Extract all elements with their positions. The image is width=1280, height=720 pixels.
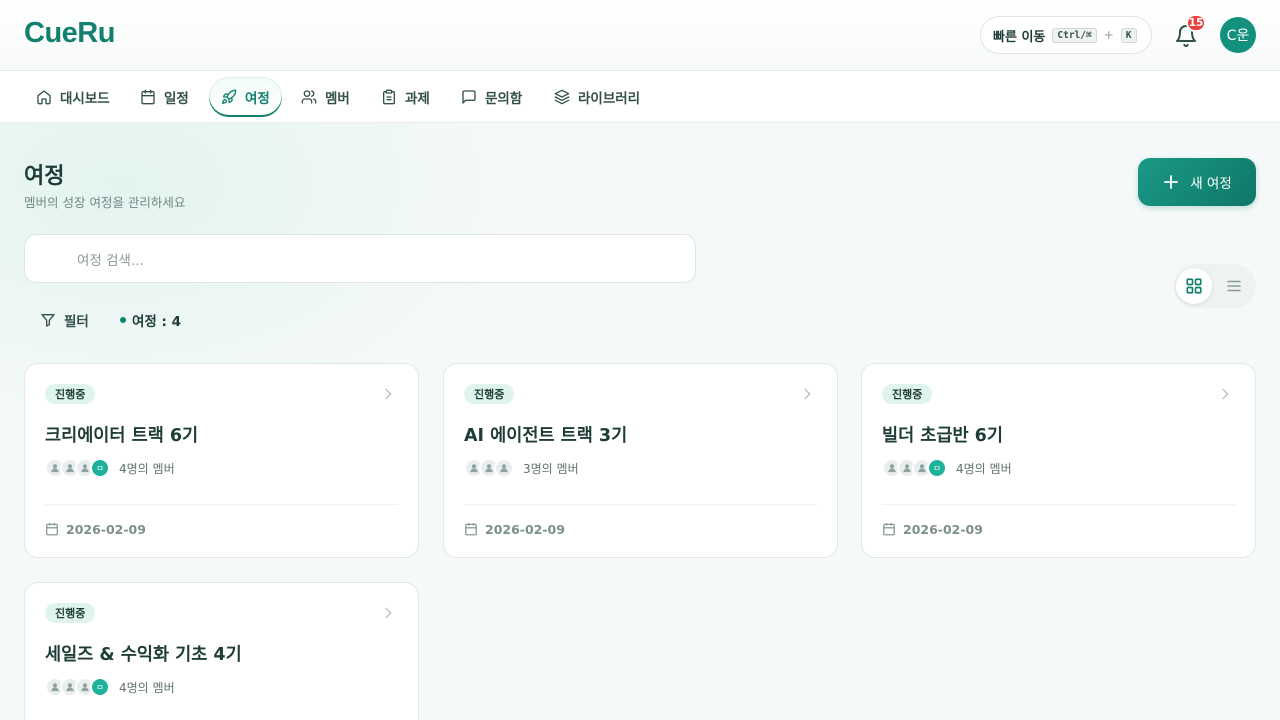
nav-item-assignments[interactable]: 과제 (369, 77, 442, 117)
member-avatars: ㅁ 4명의 멤버 (882, 457, 1012, 479)
nav-item-inbox[interactable]: 문의함 (449, 77, 534, 117)
nav-label: 멤버 (325, 91, 350, 107)
chevron-right-icon (385, 607, 392, 619)
date-text: 2026-02-09 (903, 521, 983, 537)
page-title: 여정 (24, 164, 65, 189)
filter-label: 필터 (64, 314, 89, 330)
journey-date: 2026-02-09 (882, 519, 983, 539)
journey-date: 2026-02-09 (464, 519, 565, 539)
new-journey-button[interactable]: 새 여정 (1138, 158, 1256, 206)
nav-label: 여정 (245, 91, 270, 107)
new-journey-label: 새 여정 (1190, 176, 1232, 192)
chevron-right-icon (804, 388, 811, 400)
nav-item-journey[interactable]: 여정 (209, 77, 282, 117)
date-text: 2026-02-09 (485, 521, 565, 537)
grid-view-button[interactable] (1176, 268, 1212, 304)
calendar-icon (141, 89, 155, 105)
search-input[interactable]: 여정 검색... (24, 234, 696, 283)
message-icon (462, 90, 476, 104)
plus-icon (1164, 175, 1179, 189)
filter-button[interactable]: 필터 (40, 309, 89, 331)
journey-count: 여정 : 4 (120, 309, 181, 331)
nav-label: 대시보드 (60, 91, 110, 107)
status-badge: 진행중 (45, 384, 96, 404)
card-divider (45, 504, 398, 505)
status-badge: 진행중 (882, 384, 933, 404)
member-count: 4명의 멤버 (956, 461, 1012, 476)
journey-card[interactable]: 진행중 AI 에이전트 트랙 3기 3명의 멤버 2026-02-09 (443, 363, 838, 558)
date-text: 2026-02-09 (66, 521, 146, 537)
filter-icon (41, 314, 55, 327)
member-count: 4명의 멤버 (119, 461, 175, 476)
shortcut-key-k: K (1120, 27, 1137, 43)
status-badge: 진행중 (45, 603, 96, 623)
nav-label: 라이브러리 (578, 91, 641, 107)
main-nav: 대시보드 일정 여정 멤버 과제 문의함 라이브러리 (0, 71, 1280, 123)
nav-item-members[interactable]: 멤버 (289, 77, 362, 117)
view-toggle (1174, 264, 1256, 308)
nav-label: 문의함 (485, 91, 523, 107)
users-icon (301, 90, 317, 104)
member-avatars: 3명의 멤버 (464, 457, 579, 479)
status-badge: 진행중 (464, 384, 515, 404)
member-count: 4명의 멤버 (119, 680, 175, 695)
nav-label: 일정 (164, 91, 189, 107)
app-logo[interactable]: CueRu (24, 17, 115, 50)
calendar-icon (465, 523, 477, 536)
count-label: 여정 : 4 (132, 314, 182, 330)
calendar-icon (883, 523, 895, 536)
home-icon (37, 90, 51, 105)
journey-title: AI 에이전트 트랙 3기 (464, 426, 628, 446)
member-avatar-initial: ㅁ (90, 458, 110, 478)
clipboard-icon (383, 89, 395, 105)
card-divider (882, 504, 1235, 505)
user-avatar[interactable]: C운 (1220, 17, 1256, 53)
app-header: CueRu 빠른 이동 Ctrl/⌘ + K 15 C운 (0, 0, 1280, 71)
member-avatar-initial: ㅁ (90, 677, 110, 697)
calendar-icon (46, 523, 58, 536)
nav-item-library[interactable]: 라이브러리 (542, 77, 652, 117)
journey-title: 크리에이터 트랙 6기 (45, 426, 199, 446)
shortcut-key-ctrl: Ctrl/⌘ (1052, 27, 1097, 43)
journey-card[interactable]: 진행중 빌더 초급반 6기 ㅁ 4명의 멤버 2026-02-09 (861, 363, 1256, 558)
count-dot (120, 317, 126, 323)
nav-label: 과제 (405, 91, 430, 107)
member-count: 3명의 멤버 (523, 461, 579, 476)
notification-badge: 15 (1186, 14, 1206, 32)
journey-title: 세일즈 & 수익화 기초 4기 (45, 645, 242, 665)
journey-card[interactable]: 진행중 세일즈 & 수익화 기초 4기 ㅁ 4명의 멤버 (24, 582, 419, 720)
member-avatars: ㅁ 4명의 멤버 (45, 676, 175, 698)
layers-icon (554, 89, 570, 105)
member-avatar (494, 458, 514, 478)
journey-title: 빌더 초급반 6기 (882, 426, 1003, 446)
chevron-right-icon (385, 388, 392, 400)
shortcut-plus: + (1103, 28, 1114, 42)
chevron-right-icon (1222, 388, 1229, 400)
list-icon (1227, 280, 1241, 292)
card-divider (464, 504, 817, 505)
rocket-icon (222, 89, 237, 104)
list-view-button[interactable] (1216, 268, 1252, 304)
nav-item-schedule[interactable]: 일정 (128, 77, 201, 117)
member-avatars: ㅁ 4명의 멤버 (45, 457, 175, 479)
nav-item-dashboard[interactable]: 대시보드 (24, 77, 122, 117)
grid-icon (1186, 278, 1202, 294)
quick-nav-label: 빠른 이동 (993, 29, 1046, 45)
page-subtitle: 멤버의 성장 여정을 관리하세요 (24, 195, 186, 210)
journey-date: 2026-02-09 (45, 519, 146, 539)
journey-card[interactable]: 진행중 크리에이터 트랙 6기 ㅁ 4명의 멤버 2026-02-09 (24, 363, 419, 558)
quick-nav-button[interactable]: 빠른 이동 Ctrl/⌘ + K (980, 16, 1152, 54)
member-avatar-initial: ㅁ (927, 458, 947, 478)
